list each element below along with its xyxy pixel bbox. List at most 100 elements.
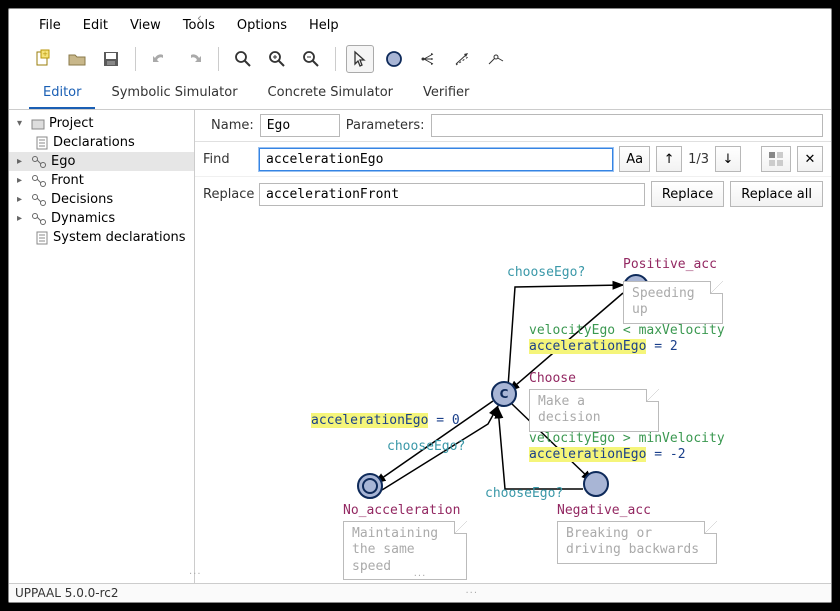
replace-label: Replace	[203, 187, 253, 202]
tree-item-dynamics[interactable]: ▸ Dynamics	[9, 209, 194, 228]
tree-root[interactable]: ▾ Project	[9, 114, 194, 133]
app-window: File Edit View Tools Options Help +	[8, 8, 832, 603]
folder-icon	[31, 117, 45, 131]
menubar: File Edit View Tools Options Help	[9, 9, 831, 41]
assign-neg: accelerationEgo = -2	[529, 447, 686, 462]
prev-match-button[interactable]: ↑	[656, 146, 682, 172]
undo-button[interactable]	[146, 45, 174, 73]
chevron-down-icon: ▾	[17, 118, 27, 129]
replace-all-button[interactable]: Replace all	[730, 181, 823, 207]
guard-pos: velocityEgo < maxVelocity	[529, 323, 725, 338]
project-tree: ▾ Project Declarations ▸ Ego ▸ Front ▸	[9, 110, 195, 583]
menu-file[interactable]: File	[29, 15, 71, 36]
main-area: ▾ Project Declarations ▸ Ego ▸ Front ▸	[9, 110, 831, 583]
chevron-right-icon: ▸	[17, 213, 27, 224]
chevron-right-icon: ▸	[17, 194, 27, 205]
open-button[interactable]	[63, 45, 91, 73]
state-choose[interactable]	[491, 381, 517, 407]
state-desc-choose: Make a decision	[529, 389, 659, 432]
split-handle-icon[interactable]: ···	[414, 571, 427, 582]
save-button[interactable]	[97, 45, 125, 73]
template-icon	[31, 174, 47, 188]
match-case-button[interactable]: Aa	[619, 146, 650, 172]
redo-button[interactable]	[180, 45, 208, 73]
highlight-icon	[768, 151, 784, 167]
status-text: UPPAAL 5.0.0-rc2	[15, 586, 119, 600]
tree-item-declarations[interactable]: Declarations	[9, 133, 194, 152]
tree-label: Front	[51, 173, 84, 188]
text-icon	[35, 231, 49, 245]
state-desc-negative: Breaking ordriving backwards	[557, 521, 717, 564]
tree-item-decisions[interactable]: ▸ Decisions	[9, 190, 194, 209]
zoom-out-button[interactable]	[297, 45, 325, 73]
tab-editor[interactable]: Editor	[29, 79, 95, 109]
sync-neg: chooseEgo?	[485, 486, 563, 501]
chevron-right-icon: ▸	[17, 156, 27, 167]
highlight-all-button[interactable]	[761, 146, 791, 172]
next-match-button[interactable]: ↓	[715, 146, 741, 172]
state-label-positive: Positive_acc	[623, 257, 717, 272]
replace-button[interactable]: Replace	[651, 181, 724, 207]
name-input[interactable]	[260, 114, 340, 137]
tree-item-sysdecl[interactable]: System declarations	[9, 228, 194, 247]
assign-no: accelerationEgo = 0	[311, 413, 460, 428]
tabbar: Editor Symbolic Simulator Concrete Simul…	[9, 79, 831, 110]
tab-concrete[interactable]: Concrete Simulator	[254, 79, 407, 109]
location-tool[interactable]	[380, 45, 408, 73]
zoom-in-button[interactable]	[263, 45, 291, 73]
zoom-fit-button[interactable]	[229, 45, 257, 73]
tab-symbolic[interactable]: Symbolic Simulator	[97, 79, 251, 109]
menu-edit[interactable]: Edit	[73, 15, 118, 36]
replace-input[interactable]	[259, 183, 645, 206]
template-header: Name: Parameters:	[195, 110, 831, 142]
match-count: 1/3	[688, 152, 709, 167]
template-icon	[31, 155, 47, 169]
find-input[interactable]	[259, 148, 613, 171]
param-input[interactable]	[431, 114, 823, 137]
param-label: Parameters:	[346, 118, 425, 133]
find-label: Find	[203, 152, 253, 167]
tree-item-front[interactable]: ▸ Front	[9, 171, 194, 190]
state-label-negative: Negative_acc	[557, 503, 651, 518]
editor-panel: ‹ Name: Parameters: Find Aa ↑ 1/3 ↓ ✕	[195, 110, 831, 583]
template-icon	[31, 212, 47, 226]
split-handle-icon[interactable]: ···	[119, 588, 825, 599]
guard-neg: velocityEgo > minVelocity	[529, 431, 725, 446]
menu-view[interactable]: View	[120, 15, 171, 36]
state-negative[interactable]	[583, 471, 609, 497]
tree-root-label: Project	[49, 116, 93, 131]
assign-pos: accelerationEgo = 2	[529, 339, 678, 354]
replace-bar: Replace Replace Replace all	[195, 177, 831, 211]
sidebar-split-handle[interactable]: ···	[189, 569, 202, 580]
select-tool[interactable]	[346, 45, 374, 73]
tab-verifier[interactable]: Verifier	[409, 79, 483, 109]
svg-text:+: +	[42, 50, 48, 58]
find-bar: Find Aa ↑ 1/3 ↓ ✕	[195, 142, 831, 177]
menu-options[interactable]: Options	[227, 15, 297, 36]
tree-item-ego[interactable]: ▸ Ego	[9, 152, 194, 171]
state-desc-positive: Speeding up	[623, 281, 723, 324]
collapse-handle[interactable]: ‹	[195, 9, 204, 27]
close-find-button[interactable]: ✕	[797, 146, 823, 172]
edge-tool[interactable]	[448, 45, 476, 73]
chevron-right-icon: ▸	[17, 175, 27, 186]
sync-no: chooseEgo?	[387, 439, 465, 454]
menu-help[interactable]: Help	[299, 15, 349, 36]
state-noaccel[interactable]	[357, 473, 383, 499]
tree-label: System declarations	[53, 230, 186, 245]
tree-label: Dynamics	[51, 211, 115, 226]
tree-label: Decisions	[51, 192, 113, 207]
tree-label: Declarations	[53, 135, 135, 150]
template-icon	[31, 193, 47, 207]
nail-tool[interactable]	[482, 45, 510, 73]
sync-pos: chooseEgo?	[507, 265, 585, 280]
text-icon	[35, 136, 49, 150]
automaton-canvas[interactable]: Choose Make a decision Positive_acc Spee…	[195, 211, 831, 583]
new-button[interactable]: +	[29, 45, 57, 73]
name-label: Name:	[211, 118, 254, 133]
state-label-choose: Choose	[529, 371, 576, 386]
branch-tool[interactable]	[414, 45, 442, 73]
statusbar: UPPAAL 5.0.0-rc2 ···	[9, 583, 831, 602]
toolbar: +	[9, 41, 831, 79]
state-label-noaccel: No_acceleration	[343, 503, 460, 518]
